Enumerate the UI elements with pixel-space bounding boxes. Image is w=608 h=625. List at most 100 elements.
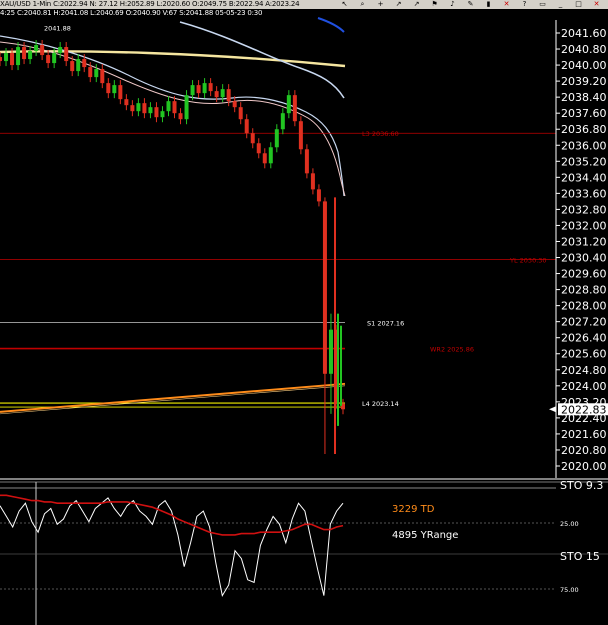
price-tick-label: 2036.00 [561, 139, 607, 152]
candle-body [88, 67, 93, 78]
price-tick-label: 2032.00 [561, 219, 607, 232]
price-tick-label: 2030.40 [561, 252, 607, 265]
candle-body [148, 107, 153, 114]
level-label-l4: L4 2023.14 [362, 400, 399, 408]
price-tick-label: 2024.80 [561, 364, 607, 377]
price-tick-label: 2020.00 [561, 460, 607, 473]
price-tick-label: 2021.60 [561, 428, 607, 441]
candle-body [238, 107, 243, 120]
candle-body [274, 129, 279, 148]
candle-body [40, 45, 45, 56]
candle-body [94, 69, 99, 78]
price-tick-label: 2034.40 [561, 171, 607, 184]
candle-body [22, 47, 27, 60]
price-tick-label: 2040.80 [561, 43, 607, 56]
candle-body [106, 83, 111, 94]
candle-body [328, 329, 333, 374]
sto-d-line [0, 494, 344, 536]
price-tick-label: 2040.00 [561, 59, 607, 72]
price-tick-label: 2038.40 [561, 91, 607, 104]
sto-k-line [0, 497, 344, 597]
level-label-l3: L3 2036.60 [362, 130, 399, 138]
current-price-label: 2022.83 [561, 403, 607, 416]
candle-body [64, 47, 69, 62]
price-tick-label: 2026.40 [561, 332, 607, 345]
price-tick-label: 2041.60 [561, 27, 607, 40]
sto-value-label: STO 15 [560, 550, 600, 563]
candle-body [184, 95, 189, 120]
candle-body [262, 153, 267, 164]
annotations: L3 2036.60 YL 2030.30 S1 2027.16 WR2 2025.8… [44, 24, 547, 408]
candle-body [130, 105, 135, 112]
candle-body [286, 95, 291, 114]
candle-body [118, 85, 123, 100]
candle-body [190, 85, 195, 96]
candle-body [100, 69, 105, 84]
candle-body [0, 57, 2, 62]
yrange-label: 4895 YRange [392, 530, 458, 541]
candle-body [160, 111, 165, 118]
candle-body [28, 51, 33, 60]
price-tick-label: 2025.60 [561, 348, 607, 361]
price-tick-label: 2027.20 [561, 316, 607, 329]
candle-body [58, 47, 63, 54]
candle-body [10, 53, 15, 66]
price-tick-label: 2031.20 [561, 235, 607, 248]
candle-body [268, 147, 273, 164]
price-tick-label: 2024.00 [561, 380, 607, 393]
candle-body [136, 103, 141, 112]
candle-body [244, 119, 249, 134]
ma-mid [0, 35, 345, 197]
candle-body [154, 107, 159, 118]
price-tick-label: 2028.00 [561, 300, 607, 313]
price-tick-label: 2036.80 [561, 123, 607, 136]
candle-body [172, 101, 177, 114]
candle-body [178, 113, 183, 120]
price-tick-label: 2020.80 [561, 444, 607, 457]
candle-body [124, 99, 129, 106]
price-tick-label: 2039.20 [561, 75, 607, 88]
level-label-s1: S1 2027.16 [367, 319, 404, 327]
ma-yellow [0, 50, 346, 68]
price-tick-label: 2035.20 [561, 155, 607, 168]
price-tick-label: 2037.60 [561, 107, 607, 120]
candle-body [232, 101, 237, 108]
candle-body [52, 53, 57, 64]
td-label: 3229 TD [392, 504, 435, 515]
candle-body [76, 59, 81, 72]
trend-line-orange [0, 382, 346, 413]
candle-body [292, 95, 297, 122]
stochastic-panel: 25.00 75.00 STO 15 STO 9.3 3229 TD 4895 YRang… [0, 479, 608, 597]
price-tick-label: 2029.60 [561, 268, 607, 281]
candle-body [112, 85, 117, 94]
candle-body [310, 173, 315, 190]
candle-body [250, 133, 255, 144]
current-price-arrow [549, 406, 556, 413]
price-tick-label: 2033.60 [561, 187, 607, 200]
level-label-wr2: WR2 2025.86 [430, 346, 474, 354]
candle-body [298, 121, 303, 150]
candles [0, 40, 345, 454]
candle-body [226, 89, 231, 102]
sto-top-label: STO 9.3 [560, 479, 603, 492]
candle-body [196, 85, 201, 94]
ma-blue [317, 17, 345, 33]
candle-body [4, 53, 9, 62]
candle-body [70, 61, 75, 72]
price-tick-label: 2028.80 [561, 284, 607, 297]
candle-body [142, 103, 147, 114]
price-tick-label: 2032.80 [561, 203, 607, 216]
candle-body [256, 143, 261, 154]
price-chart[interactable]: 2041.60 2040.80 2040.00 2039.20 2038.40 2037.… [0, 0, 608, 625]
candle-body [322, 201, 327, 374]
candle-body [16, 47, 21, 66]
candle-body [46, 55, 51, 64]
candle-body [202, 83, 207, 94]
candle-body [220, 89, 225, 98]
candle-body [304, 149, 309, 174]
candle-body [208, 83, 213, 92]
candle-body [214, 91, 219, 98]
level-lines [0, 132, 556, 415]
sto-tick-label: 25.00 [560, 520, 579, 528]
candle-body [82, 59, 87, 68]
